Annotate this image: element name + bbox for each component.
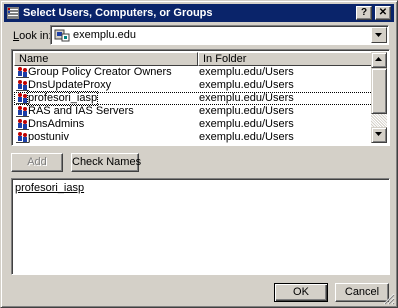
ok-button[interactable]: OK: [274, 283, 328, 302]
item-folder: exemplu.edu/Users: [199, 79, 294, 91]
selected-object-text[interactable]: profesori_iasp: [15, 182, 84, 195]
chevron-down-icon: [375, 33, 382, 37]
item-name: profesori_iasp: [26, 91, 99, 106]
scroll-down-button[interactable]: [371, 127, 387, 143]
scroll-up-button[interactable]: [371, 52, 387, 68]
lookin-combobox[interactable]: exemplu.edu: [50, 25, 389, 45]
item-name: postuniv: [28, 131, 69, 143]
item-name: DnsUpdateProxy: [28, 79, 112, 91]
scroll-thumb[interactable]: [371, 68, 387, 114]
listview-rows: Group Policy Creator Owners exemplu.edu/U…: [14, 66, 373, 144]
item-name: RAS and IAS Servers: [28, 105, 134, 117]
lookin-label: Look in:: [13, 30, 52, 42]
list-item[interactable]: Group Policy Creator Owners exemplu.edu/U…: [14, 66, 373, 79]
item-folder: exemplu.edu/Users: [199, 118, 294, 130]
item-name: Group Policy Creator Owners: [28, 66, 172, 78]
item-folder: exemplu.edu/Users: [199, 105, 294, 117]
directory-icon: [7, 7, 19, 19]
cancel-button[interactable]: Cancel: [335, 283, 389, 302]
domain-icon: [54, 29, 70, 42]
vertical-scrollbar[interactable]: [371, 52, 387, 143]
selected-objects-field[interactable]: profesori_iasp: [11, 178, 390, 275]
list-item[interactable]: DnsAdmins exemplu.edu/Users: [14, 118, 373, 131]
list-item[interactable]: profesori_iasp exemplu.edu/Users: [14, 91, 373, 106]
arrow-up-icon: [375, 57, 382, 61]
item-folder: exemplu.edu/Users: [199, 131, 294, 143]
results-listview[interactable]: Name In Folder Group Policy Creator Owne…: [11, 49, 390, 146]
listview-header: Name In Folder: [14, 52, 373, 66]
close-button[interactable]: ✕: [375, 6, 391, 20]
check-names-label: Check Names: [72, 156, 142, 168]
column-header-folder[interactable]: In Folder: [198, 52, 373, 66]
dropdown-arrow-button[interactable]: [371, 27, 387, 43]
list-item[interactable]: RAS and IAS Servers exemplu.edu/Users: [14, 105, 373, 118]
arrow-down-icon: [375, 132, 382, 136]
add-button[interactable]: Add: [11, 153, 63, 172]
help-button[interactable]: ?: [356, 6, 372, 20]
check-names-button[interactable]: Check Names: [71, 153, 142, 172]
list-item[interactable]: DnsUpdateProxy exemplu.edu/Users: [14, 79, 373, 92]
item-folder: exemplu.edu/Users: [199, 66, 294, 78]
item-name: DnsAdmins: [28, 118, 85, 130]
lookin-value: exemplu.edu: [73, 29, 136, 41]
resize-grip-icon[interactable]: [383, 293, 395, 305]
window-title: Select Users, Computers, or Groups: [23, 7, 213, 19]
title-bar[interactable]: Select Users, Computers, or Groups ? ✕: [4, 4, 394, 22]
dialog-window: Select Users, Computers, or Groups ? ✕ L…: [0, 0, 398, 308]
list-item[interactable]: postuniv exemplu.edu/Users: [14, 131, 373, 144]
item-folder: exemplu.edu/Users: [199, 92, 294, 104]
column-header-name[interactable]: Name: [14, 52, 198, 66]
